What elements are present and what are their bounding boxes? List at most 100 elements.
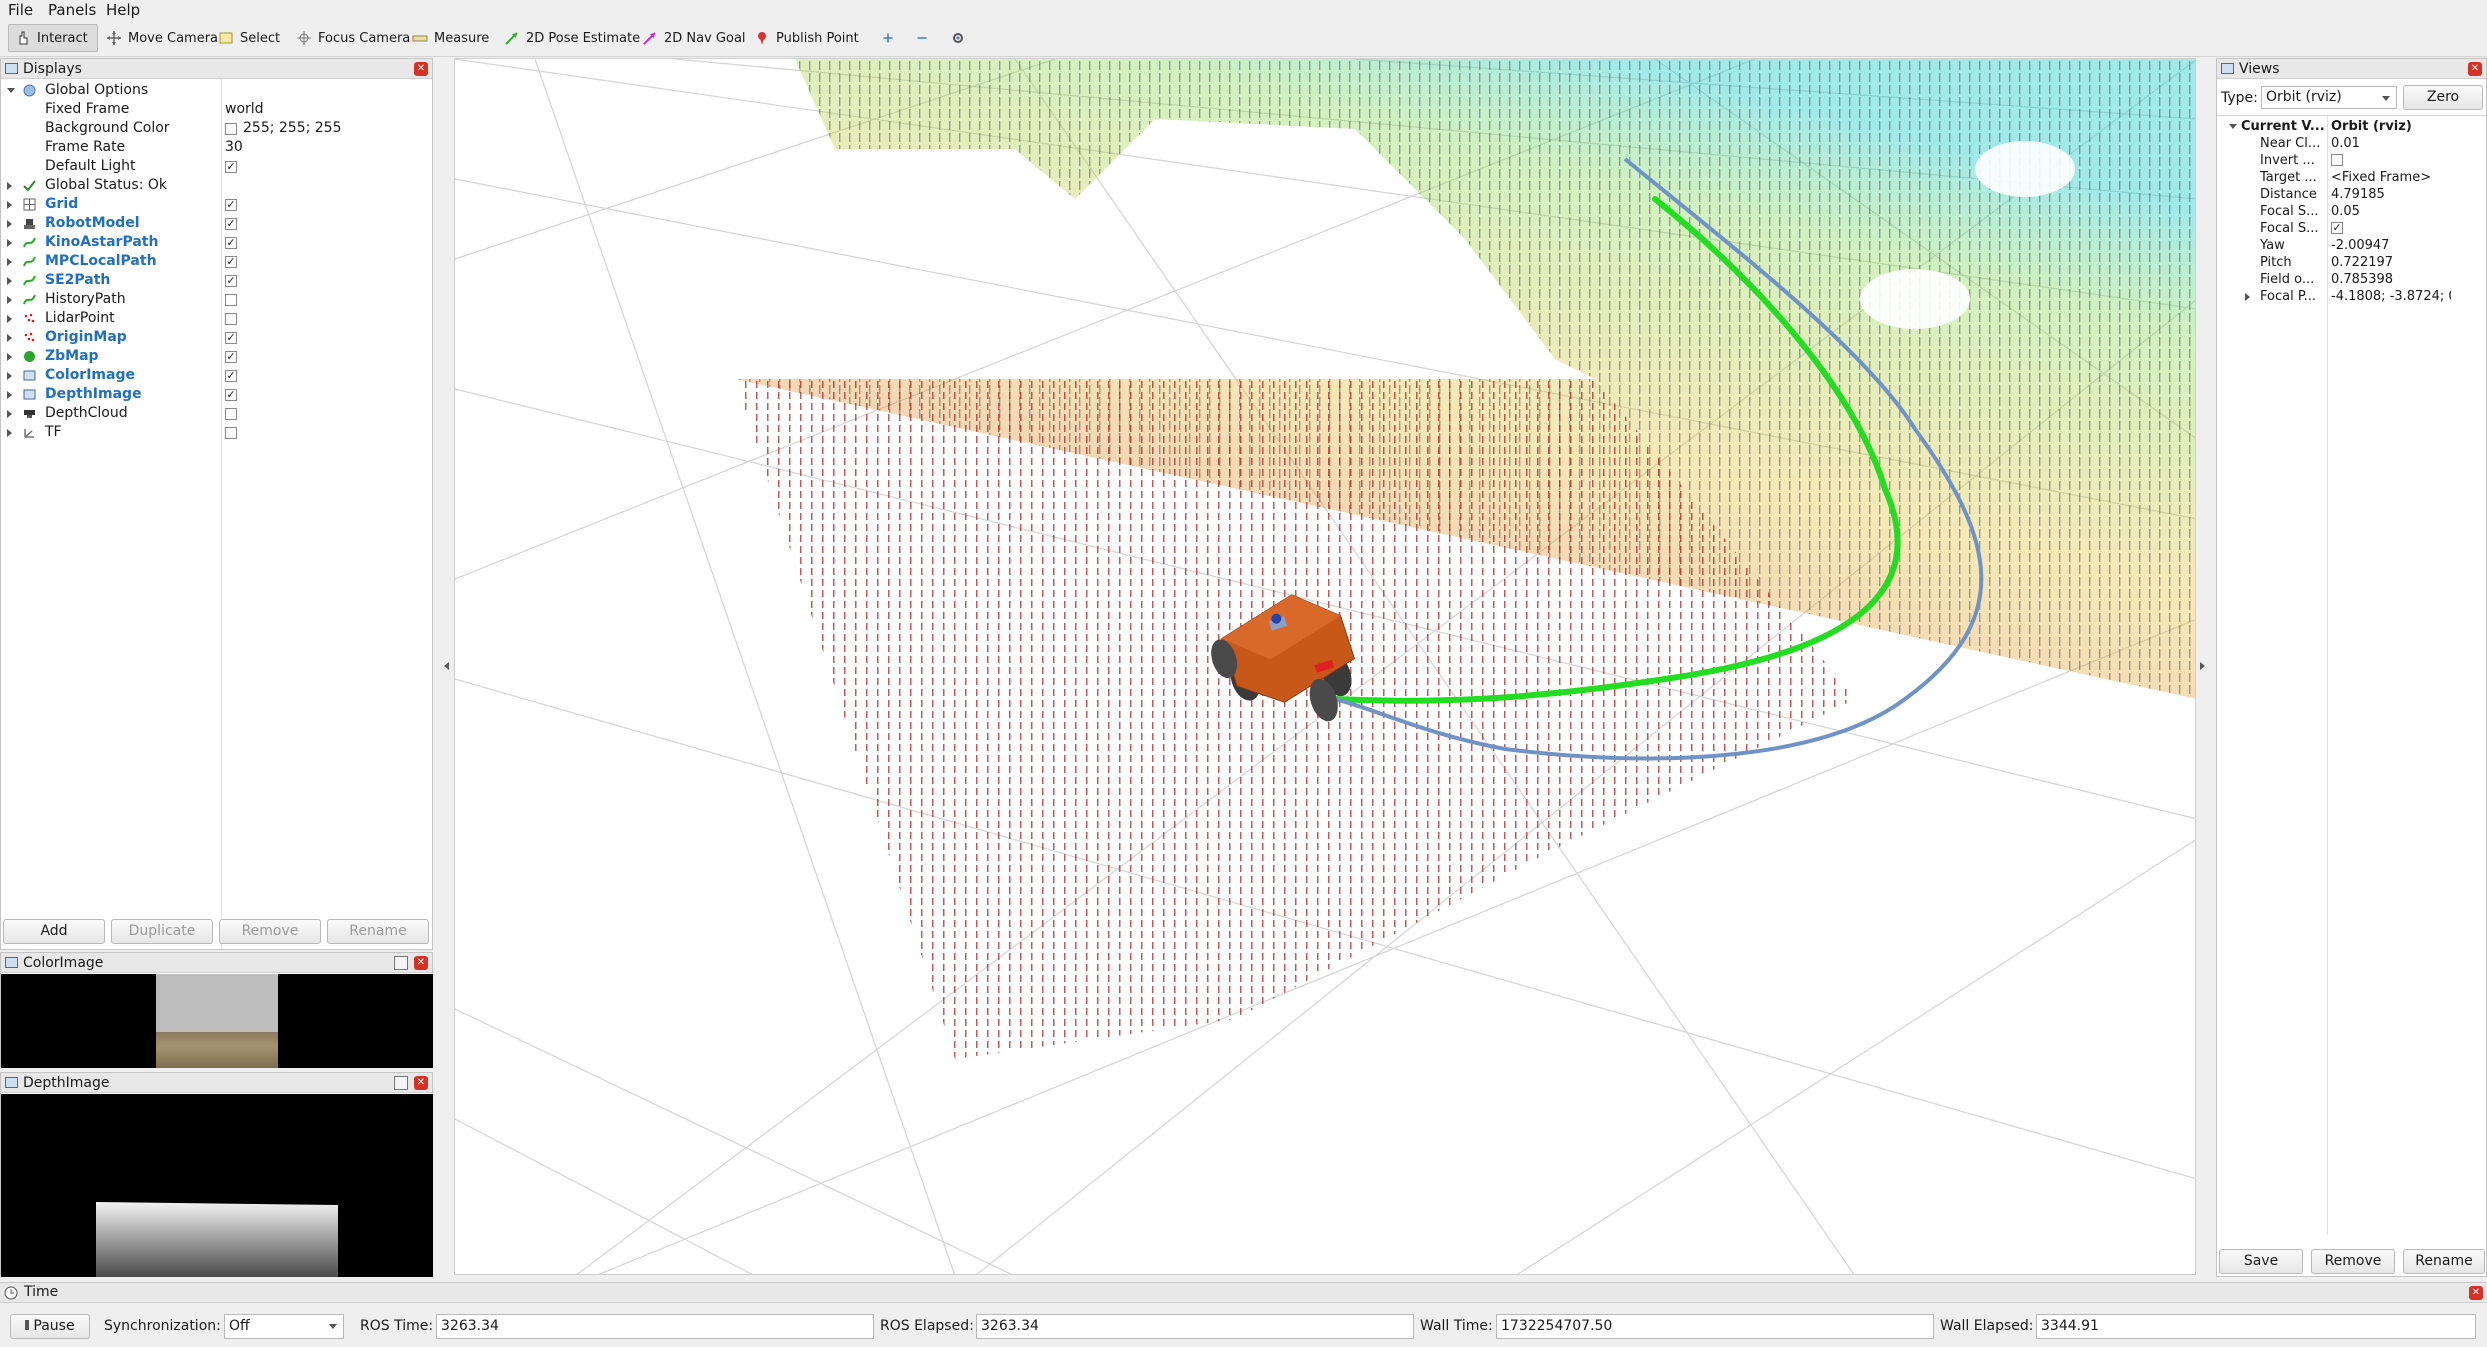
pause-button[interactable]: Pause: [10, 1314, 90, 1339]
view-property-value[interactable]: <Fixed Frame>: [2331, 169, 2451, 186]
view-property-value[interactable]: 0.785398: [2331, 271, 2451, 288]
chevron-down-icon[interactable]: [7, 88, 15, 93]
chevron-right-icon[interactable]: [7, 410, 12, 418]
display-enable-checkbox[interactable]: [225, 294, 237, 306]
view-property-value[interactable]: -4.1808; -3.8724; 0.1...: [2331, 288, 2451, 305]
display-item-lidarpoint[interactable]: LidarPoint: [1, 309, 431, 328]
view-property-checkbox[interactable]: [2331, 154, 2343, 166]
display-item-depthimage[interactable]: DepthImage ✓: [1, 385, 431, 404]
display-item-kinoastarpath[interactable]: KinoAstarPath ✓: [1, 233, 431, 252]
global-status-row[interactable]: Global Status: Ok: [1, 176, 431, 195]
menu-file[interactable]: File: [8, 1, 33, 19]
rename-view-button[interactable]: Rename: [2403, 1249, 2485, 1274]
current-view-row[interactable]: Current V... Orbit (rviz): [2217, 118, 2487, 135]
display-enable-checkbox[interactable]: ✓: [225, 256, 237, 268]
menu-panels[interactable]: Panels: [48, 1, 96, 19]
chevron-right-icon[interactable]: [7, 429, 12, 437]
view-property-row[interactable]: Focal S... 0.05: [2217, 203, 2487, 220]
view-property-row[interactable]: Field o... 0.785398: [2217, 271, 2487, 288]
background-color-value[interactable]: 255; 255; 255: [243, 119, 342, 138]
chevron-right-icon[interactable]: [7, 201, 12, 209]
chevron-right-icon[interactable]: [7, 277, 12, 285]
display-enable-checkbox[interactable]: ✓: [225, 332, 237, 344]
wall-time-field[interactable]: 1732254707.50: [1496, 1314, 1934, 1339]
display-enable-checkbox[interactable]: [225, 427, 237, 439]
display-enable-checkbox[interactable]: ✓: [225, 370, 237, 382]
rename-display-button[interactable]: Rename: [327, 919, 429, 944]
collapse-left-icon[interactable]: [444, 662, 449, 670]
add-display-button[interactable]: Add: [3, 919, 105, 944]
measure-tool[interactable]: Measure: [406, 24, 495, 52]
view-property-row[interactable]: Near Cl... 0.01: [2217, 135, 2487, 152]
close-icon[interactable]: ✕: [414, 62, 428, 76]
chevron-right-icon[interactable]: [7, 296, 12, 304]
display-enable-checkbox[interactable]: ✓: [225, 351, 237, 363]
view-property-row[interactable]: Distance 4.79185: [2217, 186, 2487, 203]
render-scene[interactable]: [455, 59, 2196, 1275]
global-options-row[interactable]: Global Options: [1, 81, 431, 100]
wall-elapsed-field[interactable]: 3344.91: [2036, 1314, 2476, 1339]
chevron-right-icon[interactable]: [7, 334, 12, 342]
chevron-right-icon[interactable]: [7, 239, 12, 247]
view-property-value[interactable]: 0.01: [2331, 135, 2451, 152]
display-item-originmap[interactable]: OriginMap ✓: [1, 328, 431, 347]
display-enable-checkbox[interactable]: ✓: [225, 218, 237, 230]
undock-icon[interactable]: [394, 956, 408, 970]
ros-elapsed-field[interactable]: 3263.34: [976, 1314, 1414, 1339]
remove-view-button[interactable]: Remove: [2311, 1249, 2395, 1274]
focus-camera-tool[interactable]: Focus Camera: [290, 24, 416, 52]
display-enable-checkbox[interactable]: ✓: [225, 389, 237, 401]
view-property-value[interactable]: -2.00947: [2331, 237, 2451, 254]
save-view-button[interactable]: Save: [2219, 1249, 2303, 1274]
display-item-zbmap[interactable]: ZbMap ✓: [1, 347, 431, 366]
ros-time-field[interactable]: 3263.34: [436, 1314, 874, 1339]
display-item-grid[interactable]: Grid ✓: [1, 195, 431, 214]
duplicate-display-button[interactable]: Duplicate: [111, 919, 213, 944]
publish-point-tool[interactable]: Publish Point: [748, 24, 865, 52]
view-property-row[interactable]: Focal S... ✓: [2217, 220, 2487, 237]
view-type-select[interactable]: Orbit (rviz): [2261, 86, 2397, 109]
display-item-colorimage[interactable]: ColorImage ✓: [1, 366, 431, 385]
chevron-right-icon[interactable]: [7, 220, 12, 228]
chevron-right-icon[interactable]: [7, 182, 12, 190]
display-item-historypath[interactable]: HistoryPath: [1, 290, 431, 309]
menu-help[interactable]: Help: [106, 1, 140, 19]
display-item-robotmodel[interactable]: RobotModel ✓: [1, 214, 431, 233]
view-property-value[interactable]: 4.79185: [2331, 186, 2451, 203]
color-swatch[interactable]: [225, 123, 237, 135]
fixed-frame-value[interactable]: world: [225, 100, 264, 119]
undock-icon[interactable]: [394, 1076, 408, 1090]
chevron-down-icon[interactable]: [2229, 124, 2237, 129]
chevron-right-icon[interactable]: [7, 391, 12, 399]
frame-rate-value[interactable]: 30: [225, 138, 243, 157]
nav-goal-tool[interactable]: 2D Nav Goal: [636, 24, 752, 52]
display-enable-checkbox[interactable]: [225, 408, 237, 420]
display-enable-checkbox[interactable]: [225, 313, 237, 325]
chevron-right-icon[interactable]: [2245, 293, 2250, 301]
default-light-row[interactable]: Default Light ✓: [1, 157, 431, 176]
collapse-right-icon[interactable]: [2200, 662, 2205, 670]
default-light-checkbox[interactable]: ✓: [225, 161, 237, 173]
add-tool-button[interactable]: [876, 24, 900, 52]
pose-estimate-tool[interactable]: 2D Pose Estimate: [498, 24, 646, 52]
view-property-value[interactable]: 0.722197: [2331, 254, 2451, 271]
view-property-row[interactable]: Yaw -2.00947: [2217, 237, 2487, 254]
display-item-depthcloud[interactable]: DepthCloud: [1, 404, 431, 423]
tool-properties-button[interactable]: [944, 24, 972, 52]
display-enable-checkbox[interactable]: ✓: [225, 199, 237, 211]
background-color-row[interactable]: Background Color 255; 255; 255: [1, 119, 431, 138]
close-icon[interactable]: ✕: [2469, 1286, 2483, 1300]
select-tool[interactable]: Select: [212, 24, 286, 52]
close-icon[interactable]: ✕: [2468, 62, 2482, 76]
view-property-value[interactable]: 0.05: [2331, 203, 2451, 220]
remove-display-button[interactable]: Remove: [219, 919, 321, 944]
display-enable-checkbox[interactable]: ✓: [225, 275, 237, 287]
display-enable-checkbox[interactable]: ✓: [225, 237, 237, 249]
frame-rate-row[interactable]: Frame Rate 30: [1, 138, 431, 157]
view-property-row[interactable]: Pitch 0.722197: [2217, 254, 2487, 271]
display-item-se2path[interactable]: SE2Path ✓: [1, 271, 431, 290]
view-property-row[interactable]: Target ... <Fixed Frame>: [2217, 169, 2487, 186]
fixed-frame-row[interactable]: Fixed Frame world: [1, 100, 431, 119]
chevron-right-icon[interactable]: [7, 372, 12, 380]
remove-tool-button[interactable]: [910, 24, 934, 52]
